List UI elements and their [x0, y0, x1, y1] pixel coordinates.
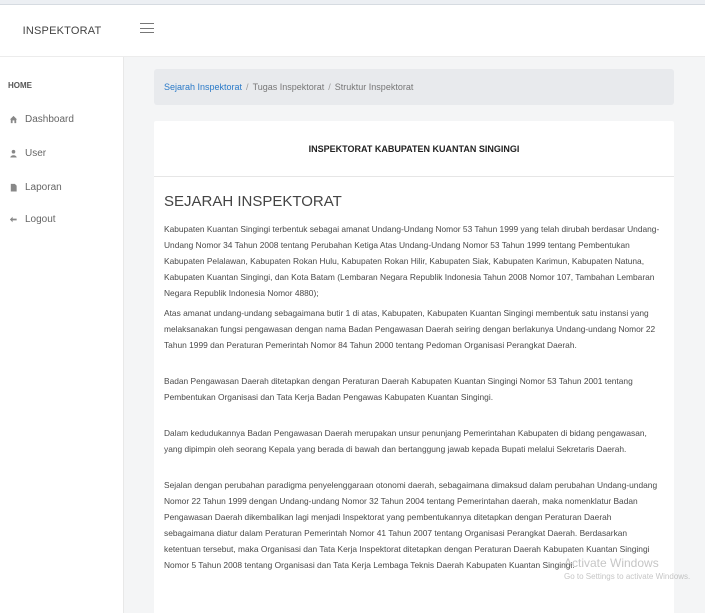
breadcrumb-link-tugas[interactable]: Tugas Inspektorat	[253, 82, 325, 92]
sidebar-item-logout[interactable]: Logout	[8, 211, 56, 227]
card-title: INSPEKTORAT KABUPATEN KUANTAN SINGINGI	[154, 121, 674, 177]
sidebar: HOME Dashboard User Laporan Logout	[0, 57, 124, 613]
sidebar-item-label: Laporan	[25, 181, 62, 193]
paragraph: Atas amanat undang-undang sebagaimana bu…	[164, 308, 656, 350]
breadcrumb-link-struktur[interactable]: Struktur Inspektorat	[335, 82, 414, 92]
watermark-line2: Go to Settings to activate Windows.	[564, 572, 691, 581]
paragraph: Kabupaten Kuantan Singingi terbentuk seb…	[164, 224, 660, 298]
logout-icon	[8, 214, 18, 224]
section-title: SEJARAH INSPEKTORAT	[164, 193, 342, 210]
watermark-line1: Activate Windows	[564, 556, 659, 570]
breadcrumb-separator: /	[246, 82, 249, 92]
activation-watermark: Activate Windows Go to Settings to activ…	[564, 556, 690, 584]
sidebar-heading: HOME	[8, 81, 32, 90]
file-icon	[8, 182, 18, 192]
breadcrumb: Sejarah Inspektorat / Tugas Inspektorat …	[154, 69, 674, 105]
sidebar-item-user[interactable]: User	[8, 145, 46, 161]
sidebar-item-label: Logout	[25, 213, 56, 225]
dashboard-icon	[8, 114, 18, 124]
breadcrumb-link-sejarah[interactable]: Sejarah Inspektorat	[164, 82, 242, 92]
brand-logo-text[interactable]: INSPEKTORAT	[0, 5, 124, 57]
paragraph: Badan Pengawasan Daerah ditetapkan denga…	[164, 376, 633, 402]
main-content: Sejarah Inspektorat / Tugas Inspektorat …	[124, 57, 705, 613]
top-navbar: INSPEKTORAT	[0, 5, 705, 57]
sidebar-item-label: Dashboard	[25, 113, 74, 125]
breadcrumb-separator: /	[328, 82, 331, 92]
content-card: INSPEKTORAT KABUPATEN KUANTAN SINGINGI S…	[154, 121, 674, 613]
user-icon	[8, 148, 18, 158]
sidebar-item-label: User	[25, 147, 47, 159]
hamburger-icon[interactable]	[140, 21, 154, 35]
sidebar-item-laporan[interactable]: Laporan	[8, 179, 62, 195]
sidebar-item-dashboard[interactable]: Dashboard	[8, 111, 74, 127]
paragraph: Dalam kedudukannya Badan Pengawasan Daer…	[164, 428, 647, 454]
